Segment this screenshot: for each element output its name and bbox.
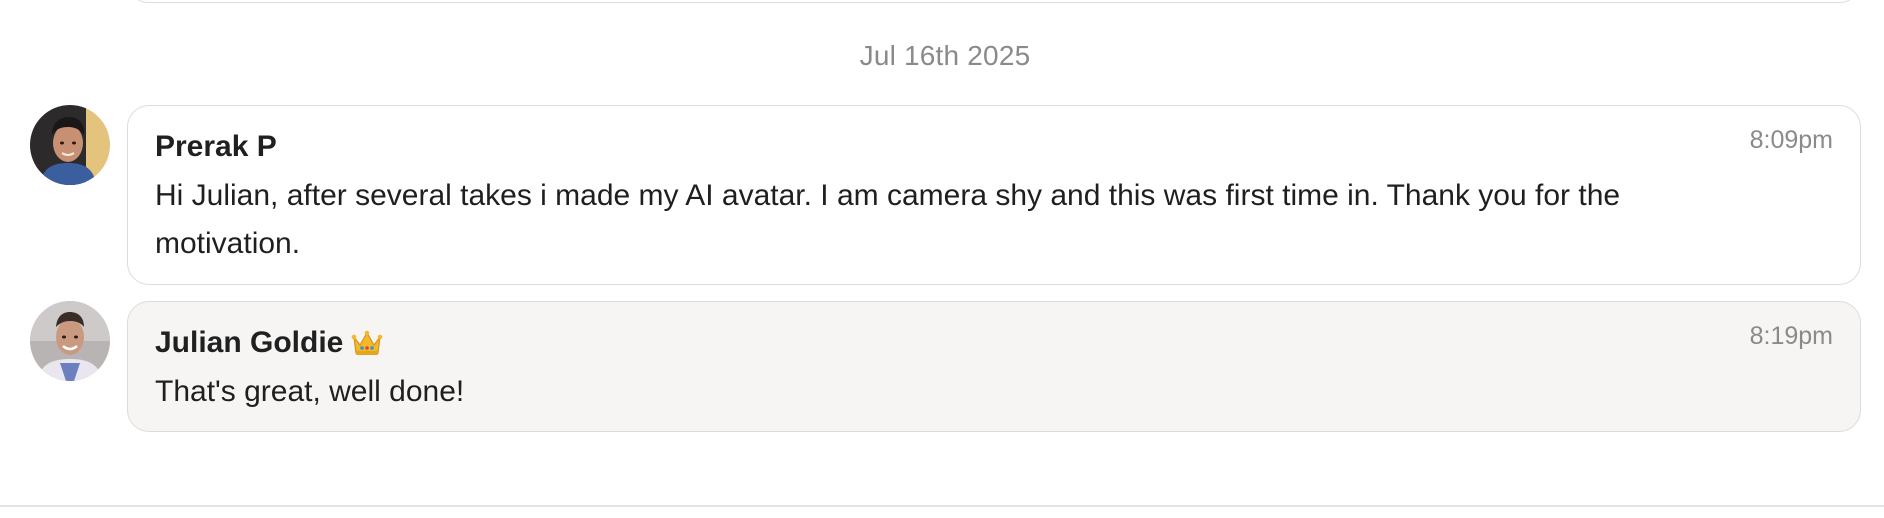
avatar-julian[interactable] [30,301,110,381]
divider [0,505,1884,507]
crown-icon [351,329,383,357]
message-text: That's great, well done! [155,375,465,408]
message-bubble[interactable]: Prerak P 8:09pm Hi Julian, after several… [127,105,1861,285]
message-bubble[interactable]: Julian Goldie 8:19pm That's great, well … [127,301,1861,432]
message-time: 8:09pm [1749,126,1833,154]
avatar-prerak[interactable] [30,105,110,185]
sender-name[interactable]: Julian Goldie [155,326,343,360]
message-text: Hi Julian, after several takes i made my… [155,179,1621,260]
previous-message-bubble [127,0,1861,3]
user-photo-avatar [30,105,110,185]
sender-name[interactable]: Prerak P [155,130,277,164]
chat-thread: Jul 16th 2025 Prerak P 8:09pm Hi Julian,… [0,0,1884,518]
message-time: 8:19pm [1749,322,1833,350]
date-separator: Jul 16th 2025 [859,40,1031,71]
user-photo-avatar [30,301,110,381]
